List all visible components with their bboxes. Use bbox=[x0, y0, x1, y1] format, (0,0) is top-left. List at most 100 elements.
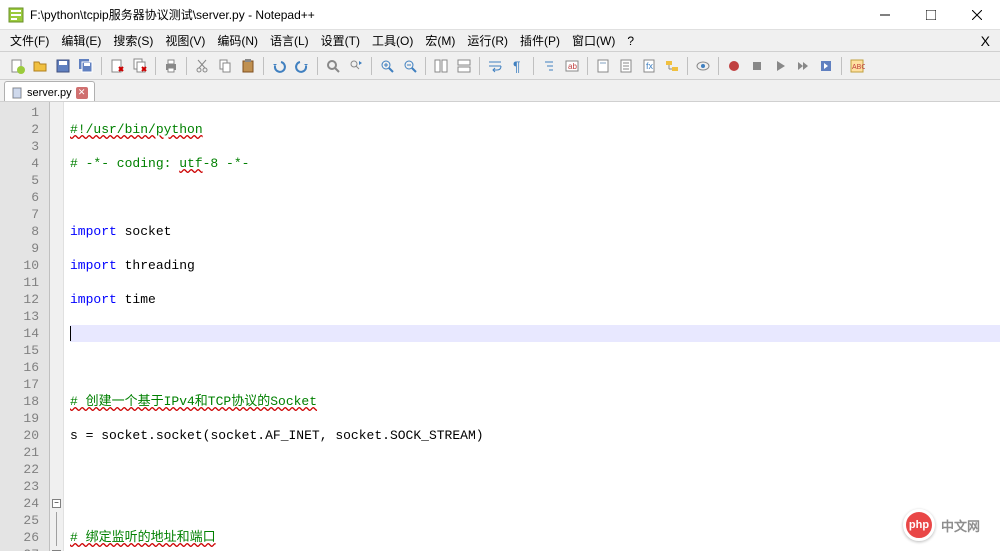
line-number: 21 bbox=[0, 444, 39, 461]
code-area[interactable]: #!/usr/bin/python # -*- coding: utf-8 -*… bbox=[64, 102, 1000, 551]
cut-icon bbox=[194, 58, 210, 74]
editor[interactable]: 1 2 3 4 5 6 7 8 9 10 11 12 13 14 15 16 1… bbox=[0, 102, 1000, 551]
zoom-in-button[interactable] bbox=[376, 55, 398, 77]
new-file-icon bbox=[9, 58, 25, 74]
window-title: F:\python\tcpip服务器协议测试\server.py - Notep… bbox=[30, 6, 862, 23]
menu-view[interactable]: 视图(V) bbox=[159, 30, 211, 51]
fold-line bbox=[56, 529, 57, 546]
sync-v-button[interactable] bbox=[430, 55, 452, 77]
zoom-out-button[interactable] bbox=[399, 55, 421, 77]
tab-label: server.py bbox=[27, 87, 72, 99]
toolbar-separator bbox=[263, 57, 264, 75]
doc-list-icon bbox=[618, 58, 634, 74]
toolbar-separator bbox=[155, 57, 156, 75]
save-icon bbox=[55, 58, 71, 74]
line-number: 15 bbox=[0, 342, 39, 359]
menu-window[interactable]: 窗口(W) bbox=[566, 30, 621, 51]
menu-extra[interactable]: X bbox=[981, 33, 990, 49]
func-list-button[interactable]: fx bbox=[638, 55, 660, 77]
code-line: # 创建一个基于IPv4和TCP协议的Socket bbox=[70, 393, 1000, 410]
tab-server-py[interactable]: server.py ✕ bbox=[4, 81, 95, 101]
play-macro-button[interactable] bbox=[769, 55, 791, 77]
fold-toggle[interactable]: − bbox=[52, 499, 61, 508]
undo-button[interactable] bbox=[268, 55, 290, 77]
save-all-button[interactable] bbox=[75, 55, 97, 77]
line-number: 3 bbox=[0, 138, 39, 155]
menu-macro[interactable]: 宏(M) bbox=[419, 30, 461, 51]
menu-help[interactable]: ? bbox=[621, 32, 640, 50]
toolbar-separator bbox=[317, 57, 318, 75]
sync-v-icon bbox=[433, 58, 449, 74]
show-all-chars-button[interactable]: ¶ bbox=[507, 55, 529, 77]
watermark-text: 中文网 bbox=[941, 516, 980, 535]
toolbar: ¶ ab fx ABC bbox=[0, 52, 1000, 80]
cursor bbox=[70, 326, 71, 341]
stop-icon bbox=[749, 58, 765, 74]
redo-button[interactable] bbox=[291, 55, 313, 77]
minimize-button[interactable] bbox=[862, 0, 908, 30]
wordwrap-button[interactable] bbox=[484, 55, 506, 77]
play-multi-button[interactable] bbox=[792, 55, 814, 77]
monitor-button[interactable] bbox=[692, 55, 714, 77]
indent-icon bbox=[541, 58, 557, 74]
toolbar-separator bbox=[718, 57, 719, 75]
svg-text:¶: ¶ bbox=[513, 58, 521, 74]
paste-button[interactable] bbox=[237, 55, 259, 77]
svg-text:ABC: ABC bbox=[852, 64, 865, 71]
open-file-button[interactable] bbox=[29, 55, 51, 77]
func-list-icon: fx bbox=[641, 58, 657, 74]
save-macro-button[interactable] bbox=[815, 55, 837, 77]
stop-macro-button[interactable] bbox=[746, 55, 768, 77]
copy-icon bbox=[217, 58, 233, 74]
copy-button[interactable] bbox=[214, 55, 236, 77]
line-number: 9 bbox=[0, 240, 39, 257]
doc-map-button[interactable] bbox=[592, 55, 614, 77]
toolbar-separator bbox=[425, 57, 426, 75]
cut-button[interactable] bbox=[191, 55, 213, 77]
menu-edit[interactable]: 编辑(E) bbox=[55, 30, 107, 51]
replace-button[interactable] bbox=[345, 55, 367, 77]
maximize-button[interactable] bbox=[908, 0, 954, 30]
menu-tools[interactable]: 工具(O) bbox=[366, 30, 419, 51]
code-line bbox=[70, 189, 1000, 206]
close-button[interactable] bbox=[954, 0, 1000, 30]
file-icon bbox=[11, 87, 23, 99]
line-number: 24 bbox=[0, 495, 39, 512]
line-number: 25 bbox=[0, 512, 39, 529]
toolbar-separator bbox=[186, 57, 187, 75]
find-button[interactable] bbox=[322, 55, 344, 77]
menu-encoding[interactable]: 编码(N) bbox=[211, 30, 264, 51]
spellcheck-button[interactable]: ABC bbox=[846, 55, 868, 77]
menubar: 文件(F) 编辑(E) 搜索(S) 视图(V) 编码(N) 语言(L) 设置(T… bbox=[0, 30, 1000, 52]
paste-icon bbox=[240, 58, 256, 74]
lang-button[interactable]: ab bbox=[561, 55, 583, 77]
tabbar: server.py ✕ bbox=[0, 80, 1000, 102]
print-button[interactable] bbox=[160, 55, 182, 77]
close-all-button[interactable] bbox=[129, 55, 151, 77]
menu-language[interactable]: 语言(L) bbox=[264, 30, 315, 51]
menu-settings[interactable]: 设置(T) bbox=[315, 30, 366, 51]
line-number-gutter: 1 2 3 4 5 6 7 8 9 10 11 12 13 14 15 16 1… bbox=[0, 102, 50, 551]
line-number: 23 bbox=[0, 478, 39, 495]
line-number: 8 bbox=[0, 223, 39, 240]
menu-file[interactable]: 文件(F) bbox=[4, 30, 55, 51]
sync-h-button[interactable] bbox=[453, 55, 475, 77]
code-line: #!/usr/bin/python bbox=[70, 121, 1000, 138]
folder-tree-button[interactable] bbox=[661, 55, 683, 77]
line-number: 13 bbox=[0, 308, 39, 325]
minimize-icon bbox=[880, 10, 890, 20]
close-icon bbox=[972, 10, 982, 20]
menu-search[interactable]: 搜索(S) bbox=[107, 30, 159, 51]
menu-run[interactable]: 运行(R) bbox=[461, 30, 514, 51]
close-file-button[interactable] bbox=[106, 55, 128, 77]
tab-close-button[interactable]: ✕ bbox=[76, 87, 88, 99]
watermark-logo: php bbox=[903, 509, 935, 541]
menu-plugins[interactable]: 插件(P) bbox=[514, 30, 566, 51]
doc-list-button[interactable] bbox=[615, 55, 637, 77]
record-macro-button[interactable] bbox=[723, 55, 745, 77]
zoom-in-icon bbox=[379, 58, 395, 74]
save-button[interactable] bbox=[52, 55, 74, 77]
code-line: # -*- coding: utf-8 -*- bbox=[70, 155, 1000, 172]
indent-guide-button[interactable] bbox=[538, 55, 560, 77]
new-file-button[interactable] bbox=[6, 55, 28, 77]
